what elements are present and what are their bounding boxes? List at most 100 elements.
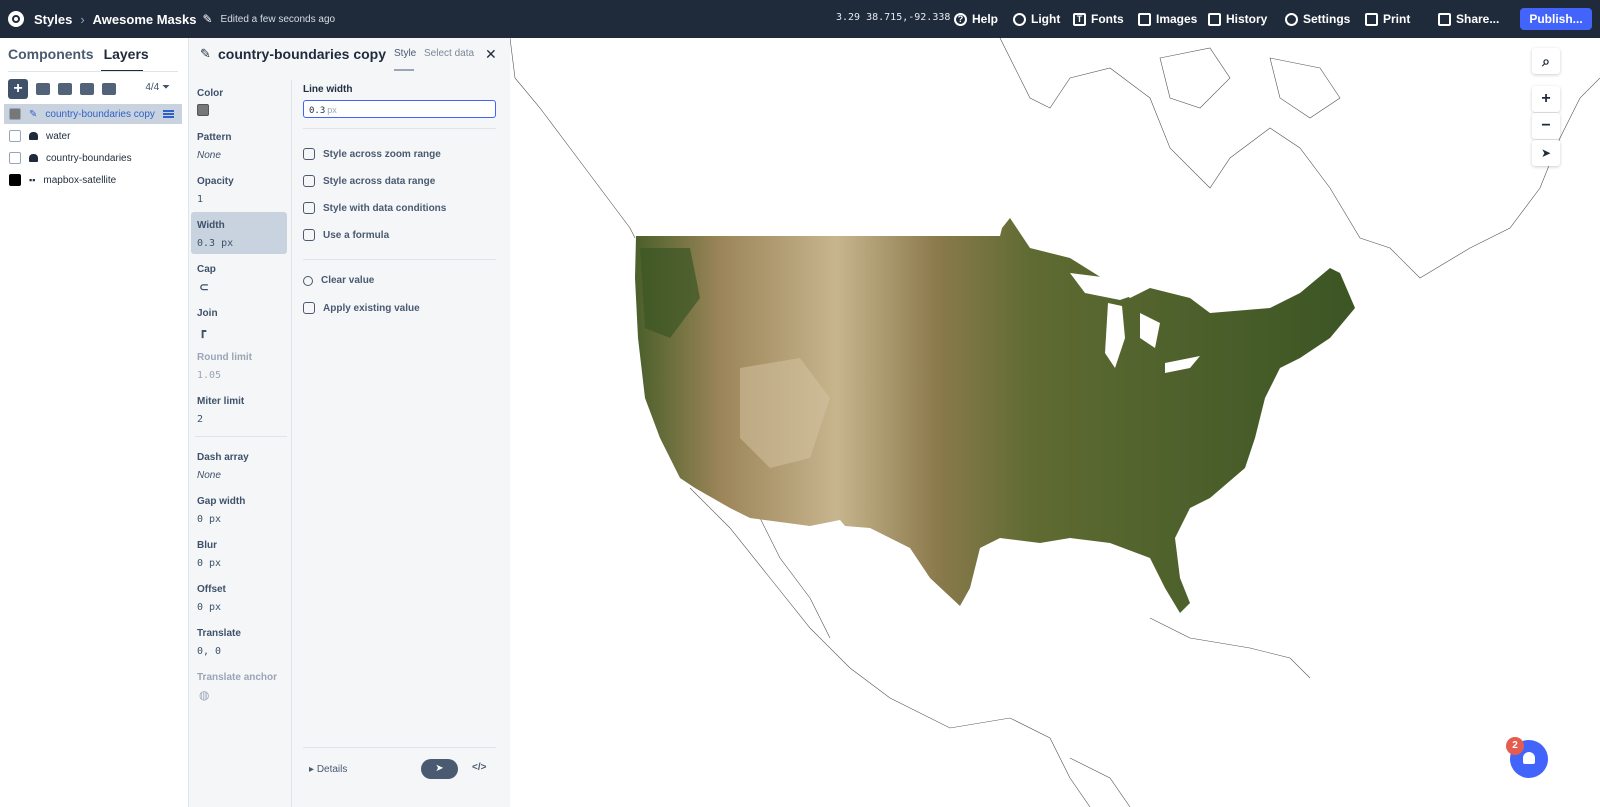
- layer-row-country-boundaries-copy[interactable]: ✎ country-boundaries copy: [4, 104, 182, 124]
- zoom-in-button[interactable]: +: [1532, 86, 1560, 112]
- property-label: Translate: [197, 628, 241, 639]
- bell-icon: [1523, 752, 1535, 764]
- map-search-button[interactable]: ⌕: [1532, 48, 1560, 74]
- tab-select-data[interactable]: Select data: [424, 48, 474, 59]
- property-round-limit[interactable]: Round limit 1.05: [191, 344, 287, 386]
- history-icon: [1208, 12, 1221, 26]
- panel-title: country-boundaries copy: [218, 46, 387, 62]
- property-translate[interactable]: Translate 0, 0: [191, 620, 287, 662]
- map-canvas[interactable]: ⌕ + − ➤ 2: [510, 38, 1600, 807]
- trash-icon[interactable]: [102, 83, 116, 95]
- property-value: 0 px: [197, 558, 222, 569]
- style-name[interactable]: Awesome Masks: [93, 12, 197, 27]
- details-toggle[interactable]: ▸ Details: [309, 764, 347, 775]
- property-pattern[interactable]: Pattern None: [191, 124, 287, 166]
- duplicate-icon[interactable]: [36, 83, 50, 95]
- property-width[interactable]: Width 0.3 px: [191, 212, 287, 254]
- chevron-right-icon: ›: [80, 11, 85, 27]
- style-tab-indicator: [394, 69, 414, 71]
- fill-icon: [29, 154, 38, 162]
- pencil-icon: ✎: [200, 46, 211, 61]
- add-layer-button[interactable]: +: [8, 79, 28, 99]
- settings-button[interactable]: Settings: [1285, 0, 1350, 38]
- style-zoom-range-option[interactable]: Style across zoom range: [303, 148, 441, 160]
- share-icon: [1438, 12, 1451, 26]
- style-data-range-option[interactable]: Style across data range: [303, 175, 435, 187]
- images-button[interactable]: Images: [1138, 0, 1197, 38]
- zoom-range-icon: [303, 148, 315, 160]
- layer-row-mapbox-satellite[interactable]: ▪▪ mapbox-satellite: [4, 170, 182, 190]
- close-icon[interactable]: ✕: [485, 46, 497, 63]
- print-button[interactable]: Print: [1365, 0, 1410, 38]
- sun-icon: [1013, 12, 1026, 26]
- image-icon: [1138, 12, 1151, 26]
- action-label: Clear value: [321, 275, 375, 286]
- publish-button[interactable]: Publish...: [1520, 8, 1592, 30]
- property-dash-array[interactable]: Dash array None: [191, 444, 287, 486]
- layer-row-country-boundaries[interactable]: country-boundaries: [4, 148, 182, 168]
- property-cap[interactable]: Cap ⊂: [191, 256, 287, 298]
- settings-label: Settings: [1303, 12, 1351, 26]
- line-width-unit: px: [327, 105, 337, 115]
- layer-row-water[interactable]: water: [4, 126, 182, 146]
- line-width-input[interactable]: 0.3 px: [303, 100, 496, 118]
- layer-count[interactable]: 4/4 ⏷: [145, 82, 170, 93]
- filter-icon: ⏷: [162, 82, 170, 93]
- style-data-conditions-option[interactable]: Style with data conditions: [303, 202, 446, 214]
- property-value: 2: [197, 414, 204, 425]
- font-icon: T: [1073, 12, 1086, 26]
- property-label: Gap width: [197, 496, 246, 507]
- help-button[interactable]: ? Help: [954, 0, 998, 38]
- apply-value-icon: [303, 302, 315, 314]
- help-label: Help: [972, 12, 999, 26]
- property-join[interactable]: Join ┏: [191, 300, 287, 342]
- layer-name: country-boundaries: [46, 152, 132, 164]
- history-button[interactable]: History: [1208, 0, 1267, 38]
- use-formula-option[interactable]: Use a formula: [303, 229, 389, 241]
- property-opacity[interactable]: Opacity 1: [191, 168, 287, 210]
- inspect-cursor-button[interactable]: ➤: [421, 759, 458, 779]
- option-label: Style across data range: [323, 175, 436, 187]
- share-button[interactable]: Share...: [1438, 0, 1499, 38]
- fonts-button[interactable]: T Fonts: [1073, 0, 1124, 38]
- tab-layers[interactable]: Layers: [104, 46, 149, 62]
- color-swatch[interactable]: [197, 104, 209, 116]
- property-label: Miter limit: [197, 396, 245, 407]
- property-blur[interactable]: Blur 0 px: [191, 532, 287, 574]
- hide-icon[interactable]: [80, 83, 94, 95]
- caret-right-icon: ▸: [309, 764, 317, 775]
- options-divider: [303, 259, 496, 260]
- tab-components[interactable]: Components: [8, 46, 94, 62]
- breadcrumb-styles[interactable]: Styles: [34, 12, 72, 27]
- light-button[interactable]: Light: [1013, 0, 1060, 38]
- folder-icon[interactable]: [58, 83, 72, 95]
- property-color[interactable]: Color: [191, 80, 287, 122]
- property-value: 1.05: [197, 370, 222, 381]
- arctic-island-outline: [1159, 47, 1231, 109]
- gear-icon: [1285, 12, 1298, 26]
- property-offset[interactable]: Offset 0 px: [191, 576, 287, 618]
- apply-existing-value-action[interactable]: Apply existing value: [303, 302, 420, 314]
- layer-color-swatch: [9, 108, 21, 120]
- images-label: Images: [1156, 12, 1198, 26]
- layer-color-swatch: [9, 152, 21, 164]
- tab-style[interactable]: Style: [394, 48, 416, 59]
- edited-status: Edited a few seconds ago: [220, 13, 336, 25]
- mapbox-logo-icon[interactable]: [8, 11, 24, 27]
- edit-name-pencil-icon[interactable]: ✎: [202, 12, 212, 26]
- property-translate-anchor[interactable]: Translate anchor ◍: [191, 664, 287, 706]
- compass-button[interactable]: ➤: [1532, 140, 1560, 166]
- zoom-out-button[interactable]: −: [1532, 113, 1560, 139]
- property-miter-limit[interactable]: Miter limit 2: [191, 388, 287, 430]
- plus-icon: +: [1541, 90, 1551, 107]
- line-cap-icon: ⊂: [199, 280, 210, 294]
- clear-value-action[interactable]: Clear value: [303, 275, 374, 286]
- canada-outline: [999, 38, 1600, 279]
- property-value: 0.3 px: [197, 238, 234, 249]
- option-label: Style across zoom range: [323, 148, 441, 160]
- minus-icon: −: [1541, 117, 1551, 134]
- code-view-button[interactable]: </>: [472, 762, 486, 773]
- drag-handle-icon[interactable]: [163, 110, 174, 118]
- property-label: Opacity: [197, 176, 234, 187]
- property-gap-width[interactable]: Gap width 0 px: [191, 488, 287, 530]
